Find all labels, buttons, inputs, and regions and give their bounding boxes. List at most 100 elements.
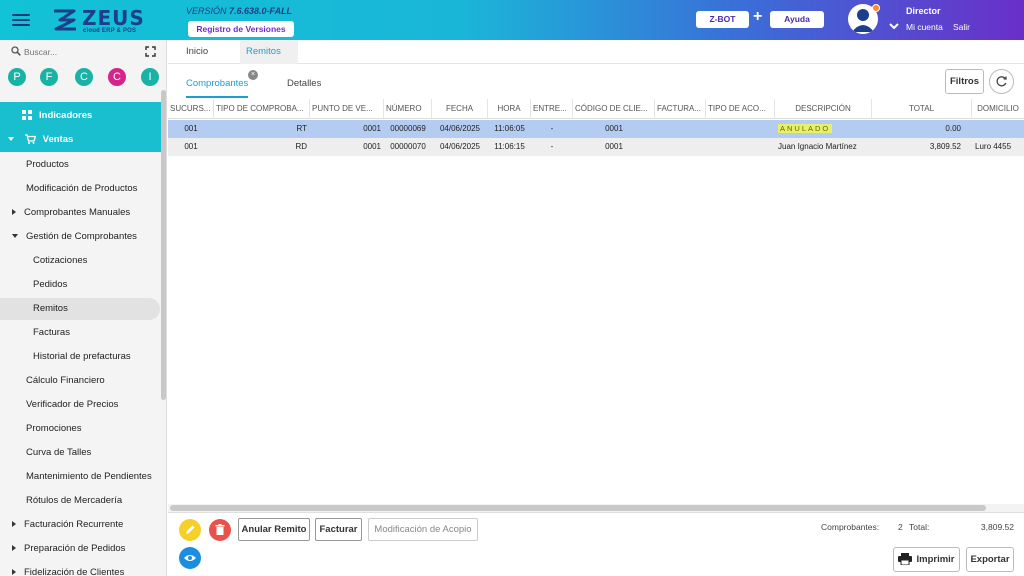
sidebar-item-cotizaciones[interactable]: Cotizaciones — [0, 250, 162, 272]
sidebar-item-remitos[interactable]: Remitos — [0, 298, 160, 320]
sidebar-item-facturas[interactable]: Facturas — [0, 322, 162, 344]
menu-header-block: Indicadores Ventas — [0, 102, 162, 152]
total-value: 3,809.52 — [980, 522, 1014, 532]
sidebar-item-mantenimiento-pendientes[interactable]: Mantenimiento de Pendientes — [0, 466, 162, 488]
quick-p-button[interactable]: P — [8, 68, 26, 86]
cell-cliente: 0001 — [605, 142, 623, 151]
col-tipo-acopio[interactable]: TIPO DE ACO... — [706, 99, 775, 119]
sidebar-item-indicadores[interactable]: Indicadores — [0, 104, 162, 128]
close-icon[interactable]: × — [248, 70, 258, 81]
col-total[interactable]: TOTAL — [872, 99, 972, 119]
table-row[interactable]: 001 RT 0001 00000069 04/06/2025 11:06:05… — [168, 120, 1024, 138]
cell-cliente: 0001 — [605, 124, 623, 133]
hamburger-menu-icon[interactable] — [12, 11, 30, 29]
sidebar-search — [0, 40, 166, 64]
salir-link[interactable]: Salir — [953, 22, 970, 32]
total-label: Total: — [909, 522, 930, 532]
sidebar-item-fidelizacion-clientes[interactable]: Fidelización de Clientes — [0, 562, 162, 576]
quick-f-button[interactable]: F — [40, 68, 58, 86]
sidebar-item-rotulos-mercaderia[interactable]: Rótulos de Mercadería — [0, 490, 162, 512]
ayuda-button[interactable]: Ayuda — [770, 11, 824, 28]
col-entrega[interactable]: ENTRE... — [531, 99, 573, 119]
sidebar-item-productos[interactable]: Productos — [0, 154, 162, 176]
col-sucursal[interactable]: SUCURS... — [168, 99, 214, 119]
col-factura[interactable]: FACTURA... — [655, 99, 706, 119]
cell-descripcion: Juan Ignacio Martínez — [778, 142, 857, 151]
sidebar-item-label: Fidelización de Clientes — [24, 567, 125, 576]
col-numero[interactable]: NÚMERO — [384, 99, 432, 119]
modificacion-acopio-button[interactable]: Modificación de Acopio — [368, 518, 478, 541]
sidebar-item-ventas[interactable]: Ventas — [0, 128, 162, 152]
comprobantes-label: Comprobantes: — [821, 522, 880, 532]
brand-name: ZEUS — [82, 6, 145, 30]
refresh-button[interactable] — [989, 69, 1014, 94]
sidebar-item-historial-prefacturas[interactable]: Historial de prefacturas — [0, 346, 162, 368]
quick-c2-button[interactable]: C — [108, 68, 126, 86]
edit-button[interactable] — [179, 519, 201, 541]
sidebar-item-pedidos[interactable]: Pedidos — [0, 274, 162, 296]
quick-c-button[interactable]: C — [75, 68, 93, 86]
cell-numero: 00000069 — [390, 124, 426, 133]
quick-access-bar: P F C C I — [0, 68, 166, 88]
col-fecha[interactable]: FECHA — [432, 99, 488, 119]
sidebar-item-comprobantes-manuales[interactable]: Comprobantes Manuales — [0, 202, 162, 224]
cell-hora: 11:06:15 — [494, 142, 525, 151]
sidebar-item-label: Facturación Recurrente — [24, 519, 124, 530]
quick-i-button[interactable]: I — [141, 68, 159, 86]
registro-versiones-button[interactable]: Registro de Versiones — [188, 21, 294, 37]
cell-domicilio: Luro 4455 — [975, 142, 1012, 151]
refresh-icon — [996, 76, 1007, 87]
top-header: ZEUS cloud ERP & POS VERSIÓN 7.6.638.0-F… — [0, 0, 1024, 40]
cell-tipo: RT — [296, 124, 307, 133]
sidebar-search-input[interactable] — [24, 44, 134, 60]
delete-button[interactable] — [209, 519, 231, 541]
grid-hscroll-thumb[interactable] — [170, 505, 986, 511]
cell-numero: 00000070 — [390, 142, 426, 151]
cell-entrega: - — [550, 124, 554, 133]
col-codigo-cliente[interactable]: CÓDIGO DE CLIE... — [573, 99, 655, 119]
fullscreen-icon[interactable] — [145, 46, 156, 57]
pencil-icon — [186, 525, 195, 534]
cell-sucursal: 001 — [184, 124, 198, 133]
sidebar-item-curva-talles[interactable]: Curva de Talles — [0, 442, 162, 464]
version-label: VERSIÓN — [186, 6, 227, 16]
zbot-button[interactable]: Z-BOT — [696, 11, 749, 28]
zeus-logo-mark-icon — [54, 9, 76, 31]
trash-icon — [215, 524, 225, 535]
anular-remito-button[interactable]: Anular Remito — [238, 518, 310, 541]
table-row[interactable]: 001 RD 0001 00000070 04/06/2025 11:06:15… — [168, 138, 1024, 156]
mi-cuenta-link[interactable]: Mi cuenta — [906, 22, 943, 32]
sidebar-item-preparacion-pedidos[interactable]: Preparación de Pedidos — [0, 538, 162, 560]
sidebar-item-label: Ventas — [42, 134, 74, 145]
col-descripcion[interactable]: DESCRIPCIÓN — [775, 99, 872, 119]
cell-punto: 0001 — [363, 124, 381, 133]
notification-dot — [872, 4, 880, 12]
tab-remitos[interactable]: Remitos × — [240, 40, 298, 81]
sidebar-item-promociones[interactable]: Promociones — [0, 418, 162, 440]
tab-inicio[interactable]: Inicio — [186, 40, 208, 64]
cell-tipo: RD — [295, 142, 307, 151]
sidebar-item-modificacion-productos[interactable]: Modificación de Productos — [0, 178, 162, 200]
dashboard-icon — [22, 110, 32, 121]
view-button[interactable] — [179, 547, 201, 569]
col-hora[interactable]: HORA — [488, 99, 531, 119]
filtros-button[interactable]: Filtros — [945, 69, 984, 94]
facturar-button[interactable]: Facturar — [315, 518, 362, 541]
chevron-down-icon[interactable] — [888, 20, 900, 32]
cell-total: 0.00 — [945, 124, 961, 133]
subtab-comprobantes[interactable]: Comprobantes — [186, 78, 249, 98]
zeus-logo[interactable]: ZEUS cloud ERP & POS — [52, 6, 145, 36]
col-tipo[interactable]: TIPO DE COMPROBA... — [214, 99, 310, 119]
sidebar-item-gestion-comprobantes[interactable]: Gestión de Comprobantes — [0, 226, 162, 248]
col-punto-venta[interactable]: PUNTO DE VE... — [310, 99, 384, 119]
sidebar-item-facturacion-recurrente[interactable]: Facturación Recurrente — [0, 514, 162, 536]
exportar-button[interactable]: Exportar — [966, 547, 1014, 572]
subtab-detalles[interactable]: Detalles — [287, 78, 321, 98]
version-text: VERSIÓN 7.6.638.0-FALL — [186, 6, 292, 16]
sidebar-scrollbar[interactable] — [161, 90, 166, 400]
col-domicilio[interactable]: DOMICILIO — [972, 99, 1024, 119]
search-icon — [11, 46, 21, 56]
sidebar-item-verificador-precios[interactable]: Verificador de Precios — [0, 394, 162, 416]
imprimir-button[interactable]: Imprimir — [893, 547, 960, 572]
sidebar-item-calculo-financiero[interactable]: Cálculo Financiero — [0, 370, 162, 392]
